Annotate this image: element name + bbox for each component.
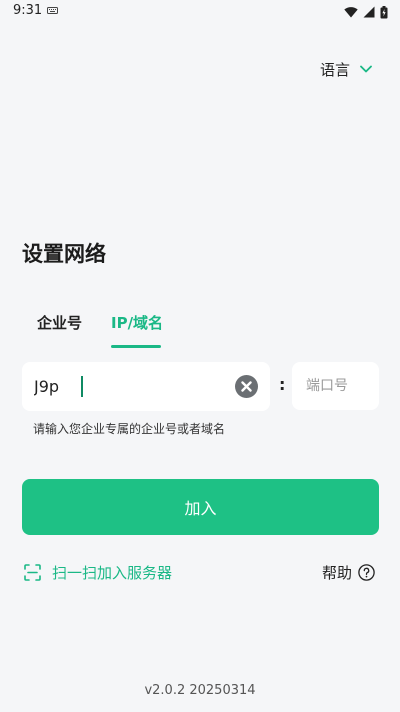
help-label: 帮助: [321, 563, 352, 582]
version-label: v2.0.2 20250314: [144, 683, 256, 698]
scan-icon: [24, 563, 41, 581]
tab-ip-domain[interactable]: IP/域名: [111, 312, 163, 333]
chevron-down-icon: [360, 65, 372, 73]
language-label: 语言: [319, 60, 350, 79]
clear-circle-icon[interactable]: [235, 375, 258, 398]
port-input-box: [292, 362, 379, 410]
text-caret: [81, 376, 83, 397]
screen: 9:31 语言 设置网络 企业号 IP/域名 J9p: 端口号 请输入您企业专…: [0, 0, 400, 712]
keyboard-icon: [47, 7, 58, 14]
page-title: 设置网络: [22, 242, 106, 266]
input-hint: 请输入您企业专属的企业号或者域名: [33, 422, 226, 436]
host-input-box: [22, 362, 270, 411]
battery-icon: [380, 5, 388, 18]
tab-active-indicator: [111, 345, 161, 348]
tab-enterprise-id[interactable]: 企业号: [37, 312, 82, 333]
port-input[interactable]: [306, 362, 374, 410]
status-time: 9:31: [13, 3, 43, 18]
language-selector[interactable]: 语言: [320, 58, 372, 80]
tab-bar: 企业号 IP/域名: [22, 312, 222, 352]
status-icons: [344, 4, 388, 20]
scan-join-link[interactable]: 扫一扫加入服务器: [24, 561, 172, 583]
status-bar: 9:31: [0, 0, 400, 24]
host-input[interactable]: [34, 362, 229, 411]
signal-icon: [363, 6, 375, 18]
scan-join-label: 扫一扫加入服务器: [52, 563, 173, 582]
host-port-separator: :: [279, 375, 286, 394]
wifi-icon: [344, 7, 358, 18]
question-circle-icon: [358, 563, 375, 581]
help-link[interactable]: 帮助: [322, 561, 375, 583]
join-button[interactable]: 加入: [22, 479, 379, 535]
